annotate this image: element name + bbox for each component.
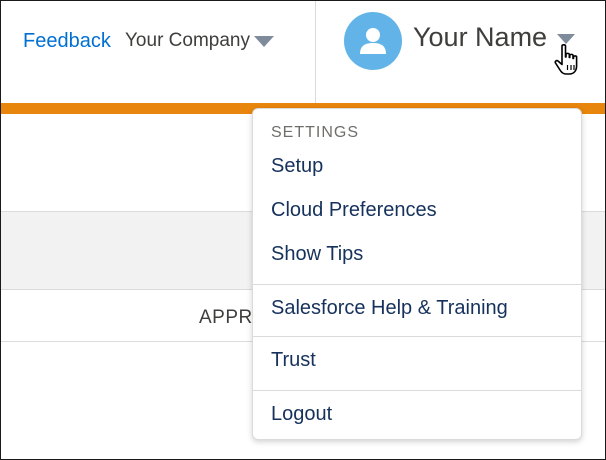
column-header[interactable]: APPR xyxy=(199,307,253,329)
avatar xyxy=(344,12,402,70)
menu-divider xyxy=(253,390,581,391)
screenshot-frame: APPR Feedback Your Company Your Name SET… xyxy=(0,0,606,460)
menu-divider xyxy=(253,284,581,285)
header-divider xyxy=(315,1,316,103)
menu-item-logout[interactable]: Logout xyxy=(271,403,332,426)
menu-item-help-training[interactable]: Salesforce Help & Training xyxy=(271,297,508,320)
menu-item-setup[interactable]: Setup xyxy=(271,155,323,178)
menu-section-label: SETTINGS xyxy=(271,124,360,141)
hand-pointer-icon xyxy=(554,44,578,75)
global-header: Feedback Your Company Your Name xyxy=(1,1,605,103)
user-name: Your Name xyxy=(413,21,548,52)
menu-item-trust[interactable]: Trust xyxy=(271,349,316,372)
company-name: Your Company xyxy=(125,30,250,51)
company-switcher[interactable]: Your Company xyxy=(125,30,274,52)
menu-item-cloud-preferences[interactable]: Cloud Preferences xyxy=(271,199,437,222)
user-menu-dropdown: SETTINGS Setup Cloud Preferences Show Ti… xyxy=(252,108,582,440)
chevron-down-icon xyxy=(253,36,274,47)
feedback-link[interactable]: Feedback xyxy=(23,30,111,53)
menu-divider xyxy=(253,336,581,337)
menu-item-show-tips[interactable]: Show Tips xyxy=(271,243,363,266)
user-silhouette-icon xyxy=(360,28,386,54)
user-menu-button[interactable]: Your Name xyxy=(344,12,576,70)
